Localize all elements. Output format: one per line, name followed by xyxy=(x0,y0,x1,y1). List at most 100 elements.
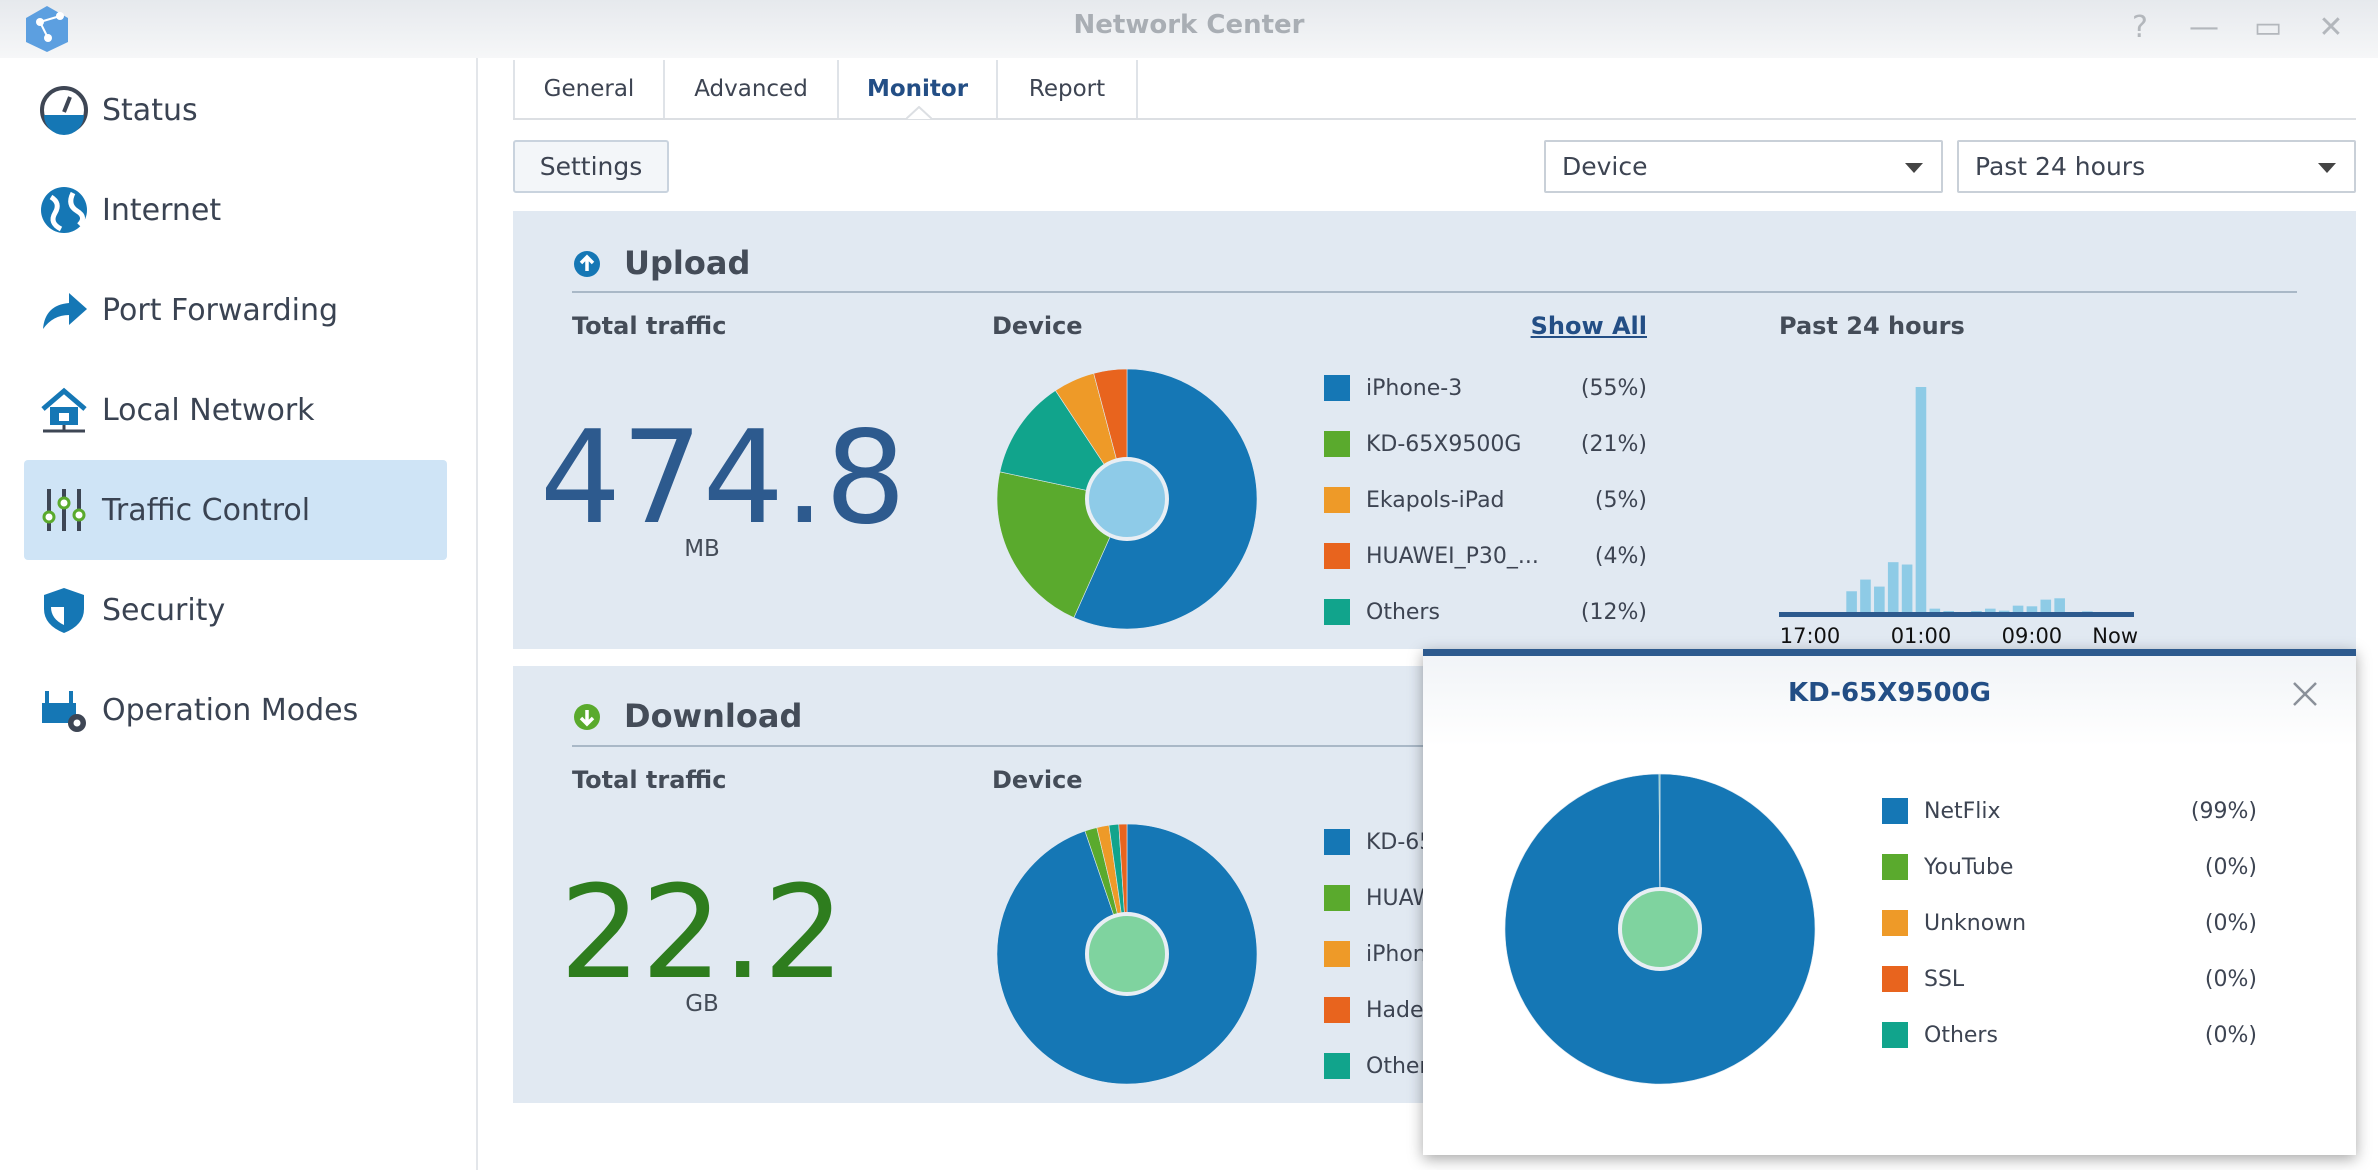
legend-item[interactable]: Unknown (0%) xyxy=(1882,906,2257,940)
legend-item[interactable]: Ekapols-iPad (5%) xyxy=(1324,483,1647,517)
upload-device-pie xyxy=(996,368,1258,630)
legend-item[interactable]: iPhone-3 (55%) xyxy=(1324,371,1647,405)
x-axis xyxy=(1779,612,2134,617)
tab-divider xyxy=(513,118,2356,120)
legend-percent: (99%) xyxy=(2190,798,2257,824)
bar-03:00[interactable] xyxy=(1943,610,1954,612)
sidebar: Status Internet Port Forwarding Local Ne… xyxy=(0,58,478,1170)
sidebar-item-status[interactable]: Status xyxy=(24,60,447,160)
legend-percent: (0%) xyxy=(2204,854,2257,880)
legend-percent: (55%) xyxy=(1580,375,1647,401)
popup-title: KD-65X9500G xyxy=(1788,678,1991,708)
help-icon[interactable]: ? xyxy=(2120,8,2160,48)
legend-swatch xyxy=(1324,599,1350,625)
legend-percent: (0%) xyxy=(2204,910,2257,936)
arrow-up-circle-icon xyxy=(574,251,600,277)
arrow-forward-icon xyxy=(38,284,90,336)
shield-icon xyxy=(38,584,90,636)
bar-20:00[interactable] xyxy=(1846,591,1857,612)
bar-02:00[interactable] xyxy=(1929,608,1941,612)
sidebar-item-internet[interactable]: Internet xyxy=(24,160,447,260)
legend-label: HUAWEI_P30_... xyxy=(1366,543,1539,569)
arrow-down-circle-icon xyxy=(574,704,600,730)
close-icon[interactable] xyxy=(2291,680,2319,708)
download-device-label: Device xyxy=(992,766,1083,794)
x-tick-label: 09:00 xyxy=(2002,624,2063,648)
legend-percent: (4%) xyxy=(1594,543,1647,569)
legend-swatch xyxy=(1324,375,1350,401)
legend-item[interactable]: HUAWEI_P30_... (4%) xyxy=(1324,539,1647,573)
legend-item[interactable]: YouTube (0%) xyxy=(1882,850,2257,884)
legend-label: iPhone-3 xyxy=(1366,375,1463,401)
legend-percent: (12%) xyxy=(1580,599,1647,625)
legend-swatch xyxy=(1882,854,1908,880)
x-tick-label: Now xyxy=(2092,624,2138,648)
sidebar-item-security[interactable]: Security xyxy=(24,560,447,660)
legend-swatch xyxy=(1324,543,1350,569)
minimize-icon[interactable]: — xyxy=(2184,8,2224,48)
chevron-down-icon xyxy=(2318,163,2336,173)
bar-09:00[interactable] xyxy=(2026,606,2038,612)
legend-label: Others xyxy=(1924,1022,1998,1048)
legend-swatch xyxy=(1324,829,1350,855)
router-gear-icon xyxy=(38,684,90,736)
legend-item[interactable]: NetFlix (99%) xyxy=(1882,794,2257,828)
legend-swatch xyxy=(1882,1022,1908,1048)
x-tick-label: 01:00 xyxy=(1891,624,1952,648)
bar-07:00[interactable] xyxy=(1998,610,2010,612)
tab-report[interactable]: Report xyxy=(998,60,1138,118)
close-icon[interactable]: ✕ xyxy=(2311,8,2351,48)
legend-label: Ekapols-iPad xyxy=(1366,487,1505,513)
active-tab-notch xyxy=(906,106,932,120)
range-select[interactable]: Past 24 hours xyxy=(1957,140,2356,193)
bar-21:00[interactable] xyxy=(1860,579,1871,612)
sidebar-item-traffic-control[interactable]: Traffic Control xyxy=(24,460,447,560)
upload-total-value: 474.8 xyxy=(539,404,907,553)
globe-icon xyxy=(38,184,90,236)
legend-item[interactable]: Others (0%) xyxy=(1882,1018,2257,1052)
device-detail-popup: KD-65X9500G NetFlix (99%) YouTube (0%) Unkno… xyxy=(1423,649,2356,1155)
legend-percent: (5%) xyxy=(1594,487,1647,513)
sidebar-item-local-network[interactable]: Local Network xyxy=(24,360,447,460)
filter-select-value: Device xyxy=(1562,152,1648,181)
legend-item[interactable]: KD-65X9500G (21%) xyxy=(1324,427,1647,461)
upload-divider xyxy=(572,291,2297,293)
legend-label: SSL xyxy=(1924,966,1965,992)
bar-11:00[interactable] xyxy=(2054,598,2065,612)
bar-10:00[interactable] xyxy=(2040,599,2052,612)
x-tick-label: 17:00 xyxy=(1780,624,1841,648)
legend-item[interactable]: SSL (0%) xyxy=(1882,962,2257,996)
legend-swatch xyxy=(1324,941,1350,967)
download-title: Download xyxy=(624,697,803,735)
sidebar-item-operation-modes[interactable]: Operation Modes xyxy=(24,660,447,760)
maximize-icon[interactable]: ▭ xyxy=(2248,8,2288,48)
legend-swatch xyxy=(1324,431,1350,457)
bar-22:00[interactable] xyxy=(1874,586,1885,612)
tab-general[interactable]: General xyxy=(513,60,665,118)
popup-app-pie xyxy=(1504,773,1816,1085)
bar-06:00[interactable] xyxy=(1985,608,1996,612)
legend-label: YouTube xyxy=(1924,854,2014,880)
legend-percent: (21%) xyxy=(1580,431,1647,457)
tab-advanced[interactable]: Advanced xyxy=(665,60,839,118)
bar-05:00[interactable] xyxy=(1971,610,1982,612)
sidebar-item-port-forwarding[interactable]: Port Forwarding xyxy=(24,260,447,360)
pie-center xyxy=(1618,887,1702,971)
legend-percent: (0%) xyxy=(2204,966,2257,992)
download-total-label: Total traffic xyxy=(572,766,727,794)
bar-00:00[interactable] xyxy=(1901,564,1913,612)
show-all-link[interactable]: Show All xyxy=(1447,312,1647,340)
legend-swatch xyxy=(1324,1053,1350,1079)
settings-button[interactable]: Settings xyxy=(513,140,669,193)
bar-01:00[interactable] xyxy=(1915,387,1927,612)
upload-device-label: Device xyxy=(992,312,1083,340)
bar-13:00[interactable] xyxy=(2082,611,2093,612)
bar-23:00[interactable] xyxy=(1887,562,1899,612)
filter-select[interactable]: Device xyxy=(1544,140,1943,193)
legend-label: KD-65X9500G xyxy=(1366,431,1522,457)
legend-swatch xyxy=(1324,997,1350,1023)
pie-center xyxy=(1085,912,1169,996)
upload-total-label: Total traffic xyxy=(572,312,727,340)
bar-08:00[interactable] xyxy=(2012,605,2024,612)
legend-item[interactable]: Others (12%) xyxy=(1324,595,1647,629)
